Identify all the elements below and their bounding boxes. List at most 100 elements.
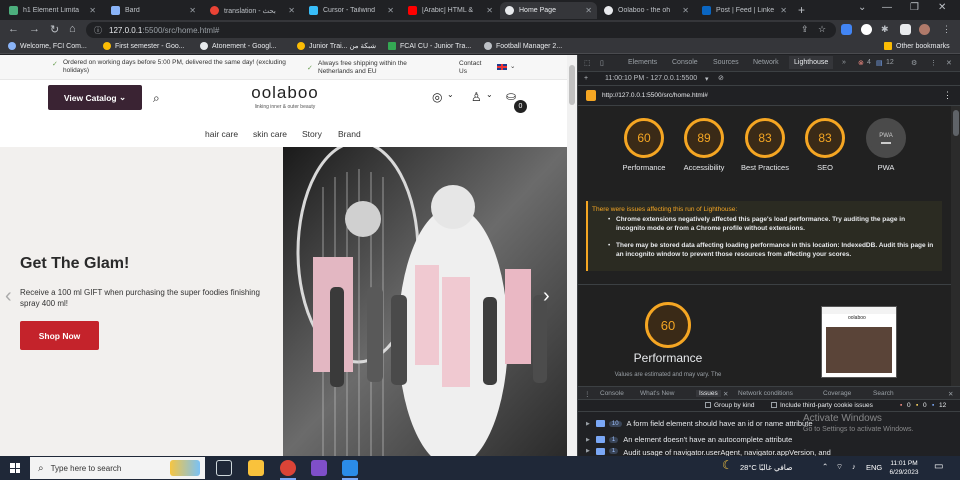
puzzle-icon[interactable]: ✱ <box>881 24 889 35</box>
view-catalog-button[interactable]: View Catalog ⌄ <box>48 85 142 110</box>
side-panel-icon[interactable] <box>900 24 911 35</box>
tab-sources[interactable]: Sources <box>713 59 739 66</box>
drawer-tab-coverage[interactable]: Coverage <box>823 390 851 397</box>
weather-moon-icon[interactable]: ☾ <box>722 458 733 472</box>
close-icon[interactable]: ✕ <box>486 6 493 15</box>
seo-gauge[interactable]: 83 <box>805 118 845 158</box>
expand-triangle-icon[interactable]: ▶ <box>586 421 590 427</box>
tab-oolaboo[interactable]: Oolaboo - the oh ✕ <box>599 2 694 19</box>
accessibility-gauge[interactable]: 89 <box>684 118 724 158</box>
tab-linkedin[interactable]: Post | Feed | Linke ✕ <box>697 2 792 19</box>
page-screenshot-thumbnail[interactable]: oolaboo <box>821 306 897 378</box>
tab-h1-element[interactable]: h1 Element Limita ✕ <box>4 2 101 19</box>
menu-hair-care[interactable]: hair care <box>205 129 238 139</box>
back-icon[interactable]: ← <box>8 23 19 35</box>
reload-icon[interactable]: ↻ <box>50 23 59 36</box>
minimize-icon[interactable]: — <box>882 2 892 13</box>
tab-elements[interactable]: Elements <box>628 59 657 66</box>
instagram-icon[interactable]: ◎ <box>432 90 442 104</box>
chevron-down-icon[interactable]: ⌄ <box>486 90 493 99</box>
carousel-next-icon[interactable]: › <box>543 285 550 308</box>
devtools-scrollbar-thumb[interactable] <box>953 110 959 136</box>
drawer-menu-icon[interactable]: ⋮ <box>584 390 591 398</box>
search-icon[interactable]: ⌕ <box>153 91 160 106</box>
clock[interactable]: 11:01 PM 6/29/2023 <box>878 459 930 477</box>
chevron-down-icon[interactable]: ▾ <box>705 75 709 83</box>
more-tabs-icon[interactable]: » <box>842 59 846 66</box>
message-icon[interactable]: ▤ <box>876 59 883 67</box>
shop-now-button[interactable]: Shop Now <box>20 321 99 350</box>
tab-search-icon[interactable]: ⌄ <box>858 2 866 13</box>
task-view-icon[interactable] <box>216 460 232 476</box>
close-icon[interactable]: ✕ <box>723 390 728 398</box>
group-by-kind-toggle[interactable]: Group by kind <box>705 402 754 409</box>
tab-bard[interactable]: Bard ✕ <box>106 2 201 19</box>
uk-flag-icon[interactable] <box>497 64 507 70</box>
drawer-tab-console[interactable]: Console <box>600 390 624 397</box>
close-icon[interactable]: ✕ <box>189 6 196 15</box>
info-icon[interactable]: ⓘ <box>94 25 102 36</box>
user-icon[interactable]: ♙ <box>471 90 482 104</box>
close-icon[interactable]: ✕ <box>89 6 96 15</box>
close-icon[interactable]: ✕ <box>288 6 295 15</box>
file-explorer-icon[interactable] <box>248 460 264 476</box>
checkbox[interactable] <box>771 402 777 409</box>
kebab-menu-icon[interactable]: ⋮ <box>930 59 937 67</box>
home-icon[interactable]: ⌂ <box>69 23 76 35</box>
devtools-scrollbar[interactable] <box>951 106 960 386</box>
best-practices-gauge[interactable]: 83 <box>745 118 785 158</box>
drawer-tab-whats-new[interactable]: What's New <box>640 390 674 397</box>
chevron-down-icon[interactable]: ⌄ <box>510 63 515 71</box>
add-icon[interactable]: + <box>584 75 588 82</box>
tab-cursor[interactable]: Cursor - Tailwind ✕ <box>304 2 399 19</box>
kebab-menu-icon[interactable]: ⋮ <box>943 90 952 101</box>
issue-row[interactable]: ▶ 1 An element doesn't have an autocompl… <box>578 432 960 447</box>
contact-link[interactable]: Contact Us <box>459 60 489 76</box>
bookmark-item[interactable]: Welcome, FCI Com... <box>8 42 87 50</box>
report-selector[interactable]: 11:00:10 PM - 127.0.0.1:5500 <box>605 75 697 82</box>
address-bar[interactable]: ⓘ 127.0.0.1:5500/src/home.html# <box>86 22 836 38</box>
drawer-tab-search[interactable]: Search <box>873 390 894 397</box>
new-tab-icon[interactable]: + <box>798 3 805 17</box>
report-url[interactable]: http://127.0.0.1:5500/src/home.html# <box>602 92 708 99</box>
site-logo[interactable]: oolaboo <box>230 83 340 103</box>
checkbox[interactable] <box>705 402 711 409</box>
visual-studio-icon[interactable] <box>311 460 327 476</box>
notification-icon[interactable]: ▭ <box>934 461 943 472</box>
bookmark-item[interactable]: Atonement - Googl... <box>200 42 277 50</box>
pwa-gauge[interactable]: PWA <box>866 118 906 158</box>
drawer-tab-issues[interactable]: Issues <box>696 390 721 397</box>
devtools-close-icon[interactable]: ✕ <box>946 59 952 67</box>
menu-skin-care[interactable]: skin care <box>253 129 287 139</box>
tab-network[interactable]: Network <box>753 59 779 66</box>
tab-lighthouse[interactable]: Lighthouse <box>789 56 834 69</box>
settings-gear-icon[interactable]: ⚙ <box>911 59 917 67</box>
chrome-icon[interactable] <box>280 460 296 476</box>
extension-icon[interactable] <box>861 24 872 35</box>
volume-icon[interactable]: ♪ <box>852 462 856 471</box>
bookmark-item[interactable]: Junior Trai... شبكة من <box>297 42 376 50</box>
avatar[interactable] <box>919 24 930 35</box>
close-icon[interactable]: ✕ <box>682 6 689 15</box>
drawer-close-icon[interactable]: ✕ <box>948 390 953 398</box>
expand-triangle-icon[interactable]: ▶ <box>586 437 590 443</box>
restore-icon[interactable]: ❐ <box>910 2 919 13</box>
inspect-icon[interactable]: ⬚ <box>584 59 591 67</box>
menu-story[interactable]: Story <box>302 129 322 139</box>
drawer-tab-network-conditions[interactable]: Network conditions <box>738 390 793 397</box>
close-icon[interactable]: ✕ <box>387 6 394 15</box>
taskbar-search[interactable]: ⌕ Type here to search <box>30 457 205 479</box>
issue-row[interactable]: ▶ 1 Audit usage of navigator.userAgent, … <box>578 448 960 456</box>
tab-console[interactable]: Console <box>672 59 698 66</box>
tab-home-page[interactable]: Home Page ✕ <box>500 2 597 19</box>
error-icon[interactable]: ⊗ <box>858 59 864 67</box>
forward-icon[interactable]: → <box>29 23 40 35</box>
bookmark-item[interactable]: FCAI CU - Junior Tra... <box>388 42 471 50</box>
clear-icon[interactable]: ⊘ <box>718 74 724 82</box>
menu-brand[interactable]: Brand <box>338 129 361 139</box>
share-icon[interactable]: ⇪ <box>801 24 809 35</box>
tab-youtube[interactable]: [Arabic] HTML & ✕ <box>403 2 498 19</box>
window-close-icon[interactable]: ✕ <box>938 2 946 13</box>
kebab-menu-icon[interactable]: ⋮ <box>942 24 951 35</box>
network-icon[interactable]: ⌔ <box>836 462 843 472</box>
